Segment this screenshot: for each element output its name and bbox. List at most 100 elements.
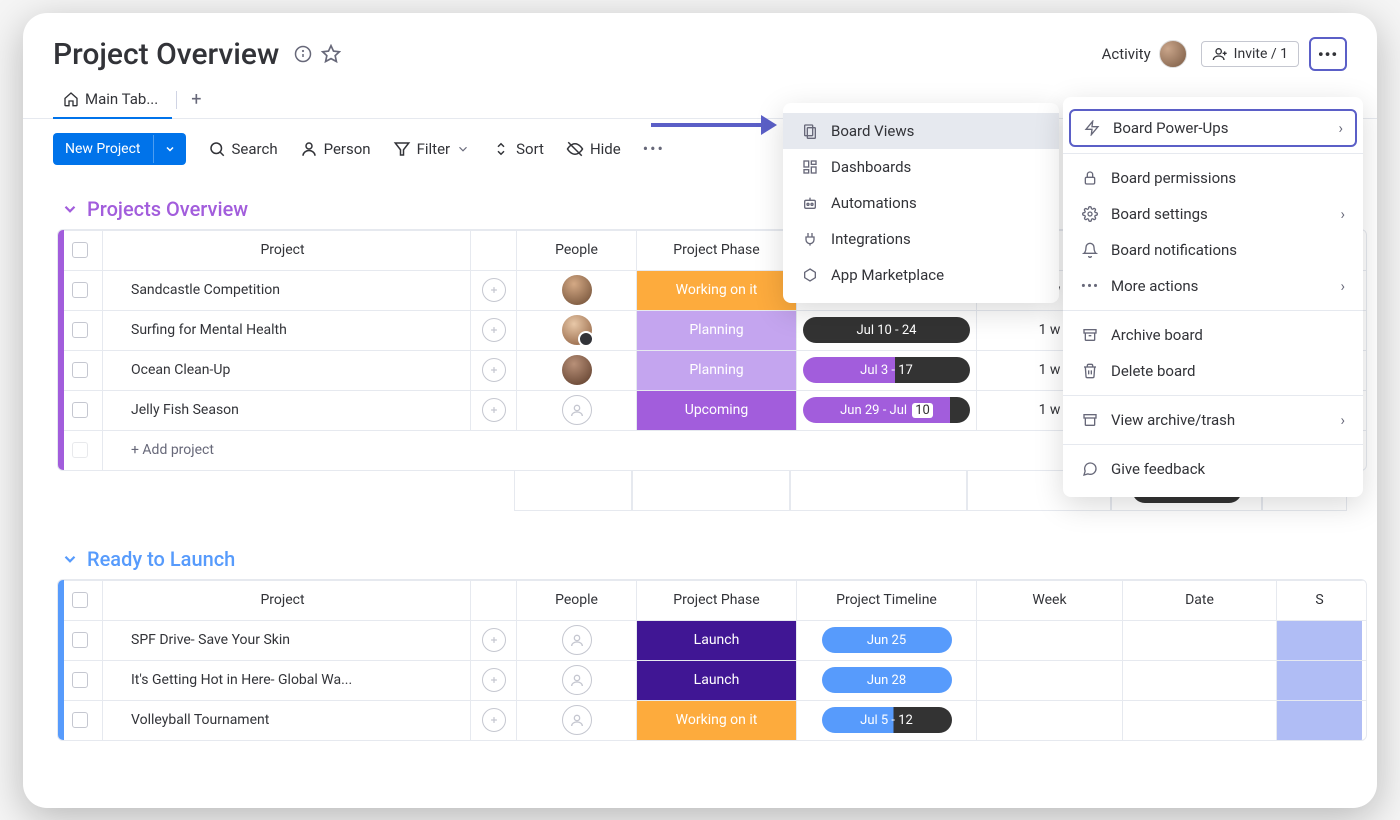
phase-cell[interactable]: Planning <box>636 351 796 390</box>
group-title-projects-overview[interactable]: Projects Overview <box>87 197 248 221</box>
conversation-button[interactable] <box>470 391 516 430</box>
timeline-cell[interactable]: Jun 28 <box>796 661 976 700</box>
chevron-down-icon[interactable] <box>61 200 79 218</box>
item-name[interactable]: Ocean Clean-Up <box>102 351 470 390</box>
date-cell[interactable] <box>1122 661 1276 700</box>
header-checkbox[interactable] <box>58 581 102 620</box>
filter-button[interactable]: Filter <box>393 140 471 158</box>
phase-cell[interactable]: Launch <box>636 661 796 700</box>
menu-automations[interactable]: Automations <box>783 185 1059 221</box>
more-menu-button[interactable]: ••• <box>1309 37 1347 71</box>
people-cell[interactable] <box>516 391 636 430</box>
phase-cell[interactable]: Planning <box>636 311 796 350</box>
menu-board-views[interactable]: Board Views <box>783 113 1059 149</box>
phase-cell[interactable]: Working on it <box>636 701 796 740</box>
chevron-down-icon[interactable] <box>61 550 79 568</box>
phase-cell[interactable]: Upcoming <box>636 391 796 430</box>
item-name[interactable]: Sandcastle Competition <box>102 271 470 310</box>
date-cell[interactable] <box>1122 621 1276 660</box>
empty-avatar-icon <box>562 665 592 695</box>
info-icon[interactable] <box>289 40 317 68</box>
col-timeline[interactable]: Project Timeline <box>796 581 976 620</box>
col-people[interactable]: People <box>516 581 636 620</box>
col-date[interactable]: Date <box>1122 581 1276 620</box>
hide-button[interactable]: Hide <box>566 140 621 158</box>
menu-give-feedback[interactable]: Give feedback <box>1063 451 1363 487</box>
status-cell[interactable] <box>1276 661 1362 700</box>
row-checkbox[interactable] <box>58 391 102 430</box>
conversation-button[interactable] <box>470 661 516 700</box>
menu-board-settings[interactable]: Board settings› <box>1063 196 1363 232</box>
menu-more-actions[interactable]: •••More actions› <box>1063 268 1363 304</box>
status-cell[interactable] <box>1276 621 1362 660</box>
row-checkbox[interactable] <box>58 431 102 470</box>
conversation-button[interactable] <box>470 701 516 740</box>
star-icon[interactable] <box>317 40 345 68</box>
avatar <box>1159 40 1187 68</box>
row-checkbox[interactable] <box>58 621 102 660</box>
header-checkbox[interactable] <box>58 231 102 270</box>
col-project[interactable]: Project <box>102 231 470 270</box>
search-button[interactable]: Search <box>208 140 278 158</box>
col-week[interactable]: Week <box>976 581 1122 620</box>
col-people[interactable]: People <box>516 231 636 270</box>
row-checkbox[interactable] <box>58 351 102 390</box>
phase-cell[interactable]: Launch <box>636 621 796 660</box>
col-last[interactable]: S <box>1276 581 1362 620</box>
status-cell[interactable] <box>1276 701 1362 740</box>
item-name[interactable]: SPF Drive- Save Your Skin <box>102 621 470 660</box>
conversation-button[interactable] <box>470 271 516 310</box>
timeline-cell[interactable]: Jun 29 - Jul 10 <box>796 391 976 430</box>
menu-board-permissions[interactable]: Board permissions <box>1063 160 1363 196</box>
col-phase[interactable]: Project Phase <box>636 581 796 620</box>
col-phase[interactable]: Project Phase <box>636 231 796 270</box>
group-title-ready-to-launch[interactable]: Ready to Launch <box>87 547 235 571</box>
timeline-cell[interactable]: Jul 10 - 24 <box>796 311 976 350</box>
conversation-button[interactable] <box>470 621 516 660</box>
people-cell[interactable] <box>516 621 636 660</box>
new-project-button[interactable]: New Project <box>53 133 186 165</box>
date-cell[interactable] <box>1122 701 1276 740</box>
invite-button[interactable]: Invite / 1 <box>1201 41 1299 67</box>
phase-cell[interactable]: Working on it <box>636 271 796 310</box>
menu-archive-board[interactable]: Archive board <box>1063 317 1363 353</box>
row-checkbox[interactable] <box>58 701 102 740</box>
item-name[interactable]: Volleyball Tournament <box>102 701 470 740</box>
item-name[interactable]: Surfing for Mental Health <box>102 311 470 350</box>
toolbar-more[interactable]: ••• <box>643 139 665 158</box>
person-filter[interactable]: Person <box>300 140 371 158</box>
people-cell[interactable] <box>516 271 636 310</box>
add-tab-button[interactable]: + <box>181 83 211 116</box>
menu-app-marketplace[interactable]: App Marketplace <box>783 257 1059 293</box>
menu-integrations[interactable]: Integrations <box>783 221 1059 257</box>
week-cell[interactable] <box>976 661 1122 700</box>
conversation-button[interactable] <box>470 351 516 390</box>
menu-board-notifications[interactable]: Board notifications <box>1063 232 1363 268</box>
people-cell[interactable] <box>516 311 636 350</box>
item-name[interactable]: Jelly Fish Season <box>102 391 470 430</box>
timeline-cell[interactable]: Jul 5 - 12 <box>796 701 976 740</box>
menu-dashboards[interactable]: Dashboards <box>783 149 1059 185</box>
week-cell[interactable] <box>976 701 1122 740</box>
timeline-cell[interactable]: Jul 3 - 17 <box>796 351 976 390</box>
tab-main[interactable]: Main Tab... <box>53 82 172 118</box>
item-name[interactable]: It's Getting Hot in Here- Global Wa... <box>102 661 470 700</box>
menu-delete-board[interactable]: Delete board <box>1063 353 1363 389</box>
lock-icon <box>1081 169 1099 187</box>
menu-board-power-ups[interactable]: Board Power-Ups› <box>1069 109 1357 147</box>
people-cell[interactable] <box>516 701 636 740</box>
people-cell[interactable] <box>516 351 636 390</box>
activity-link[interactable]: Activity <box>1102 40 1187 68</box>
row-checkbox[interactable] <box>58 661 102 700</box>
week-cell[interactable] <box>976 621 1122 660</box>
new-project-caret[interactable] <box>153 135 186 163</box>
menu-view-archive[interactable]: View archive/trash› <box>1063 402 1363 438</box>
sort-button[interactable]: Sort <box>492 140 544 158</box>
row-checkbox[interactable] <box>58 311 102 350</box>
col-project[interactable]: Project <box>102 581 470 620</box>
invite-icon <box>1212 46 1228 62</box>
timeline-cell[interactable]: Jun 25 <box>796 621 976 660</box>
conversation-button[interactable] <box>470 311 516 350</box>
row-checkbox[interactable] <box>58 271 102 310</box>
people-cell[interactable] <box>516 661 636 700</box>
